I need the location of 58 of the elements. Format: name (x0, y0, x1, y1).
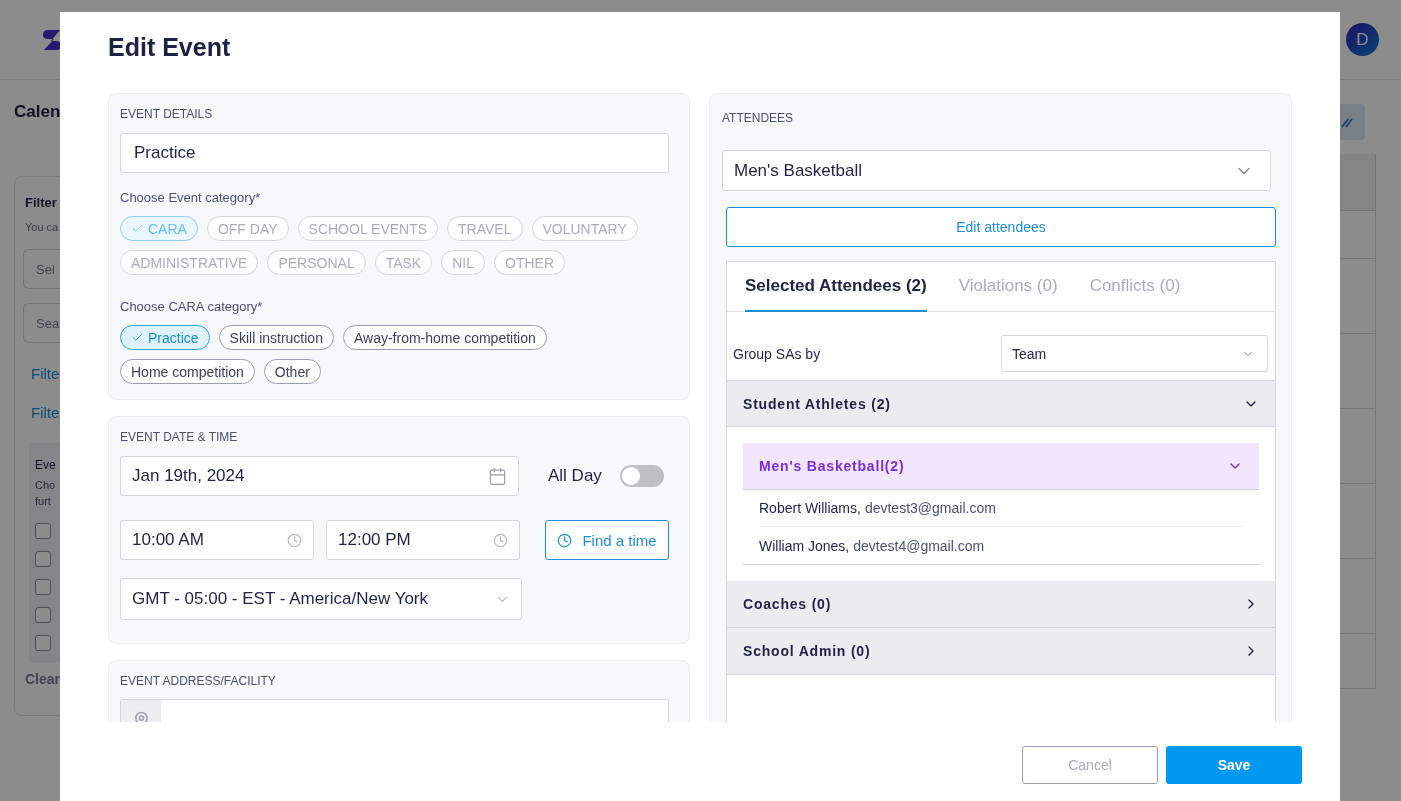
all-day-toggle[interactable] (619, 465, 664, 487)
section-heading: EVENT DATE & TIME (120, 429, 239, 445)
filter-link[interactable]: Filte (31, 365, 60, 382)
member-name: Robert Williams, (759, 500, 861, 516)
filters-hint: You ca (25, 220, 60, 235)
clear-link[interactable]: Clear (25, 671, 60, 687)
group-by-label: Group SAs by (733, 345, 821, 362)
check-icon (131, 222, 144, 235)
field-label: Choose CARA category* (120, 299, 264, 315)
field-label: Choose Event category* (120, 190, 262, 206)
accordion-header[interactable]: School Admin (0) (727, 628, 1275, 675)
clock-icon (557, 532, 573, 548)
timezone-select[interactable]: GMT - 05:00 - EST - America/New York (120, 578, 522, 620)
dialog-title: Edit Event (108, 33, 232, 61)
event-name-field[interactable]: Practice (120, 133, 669, 173)
member-email: devtest4@gmail.com (853, 537, 985, 554)
checkbox[interactable] (35, 523, 51, 539)
edit-attendees-button[interactable]: Edit attendees (726, 207, 1276, 247)
page-title: Calen (14, 102, 60, 123)
find-time-button[interactable]: Find a time (545, 520, 669, 560)
save-button[interactable]: Save (1166, 746, 1302, 784)
attendee-group-dropdown[interactable]: Men's Basketball (722, 150, 1271, 191)
section-heading: ATTENDEES (722, 110, 795, 126)
end-time-field[interactable]: 12:00 PM (326, 520, 520, 560)
tab[interactable]: Selected Attendees (2) (745, 262, 927, 312)
filters-title: Filter (25, 195, 58, 211)
events-title: Eve (35, 457, 57, 473)
calendar-icon (488, 466, 507, 486)
category-chip[interactable]: Skill instruction (218, 325, 334, 350)
checkbox[interactable] (35, 635, 51, 651)
section-heading: EVENT ADDRESS/FACILITY (120, 673, 277, 689)
member-email: devtest3@gmail.com (864, 500, 996, 516)
tab[interactable]: Conflicts (0) (1089, 262, 1181, 312)
category-chip[interactable]: Home competition (120, 359, 255, 384)
all-day-label: All Day (548, 466, 602, 486)
check-icon (131, 331, 144, 344)
checkbox[interactable] (35, 607, 51, 623)
map-pin-icon (132, 710, 150, 722)
category-chip[interactable]: Away-from-home competition (342, 325, 547, 350)
clock-icon (287, 532, 302, 548)
category-chip[interactable]: Other (263, 359, 321, 384)
tab[interactable]: Violations (0) (958, 262, 1058, 312)
filter-link[interactable]: Filte (31, 404, 60, 421)
team-header[interactable]: Men's Basketball(2) (743, 443, 1259, 490)
section-heading: EVENT DETAILS (120, 106, 214, 122)
accordion-header[interactable]: Student Athletes (2) (727, 380, 1275, 427)
date-field[interactable]: Jan 19th, 2024 (120, 456, 519, 496)
member-name: William Jones, (759, 537, 850, 554)
events-description: Cho furt (35, 478, 57, 509)
accordion-header[interactable]: Coaches (0) (727, 581, 1275, 628)
user-avatar[interactable]: D (1346, 23, 1379, 56)
clock-icon (493, 532, 508, 548)
category-chip[interactable]: Practice (120, 325, 210, 350)
cancel-button[interactable]: Cancel (1022, 746, 1158, 784)
start-time-field[interactable]: 10:00 AM (120, 520, 314, 560)
checkbox[interactable] (35, 551, 51, 567)
checkbox[interactable] (35, 579, 51, 595)
group-by-select[interactable]: Team (1001, 335, 1268, 372)
